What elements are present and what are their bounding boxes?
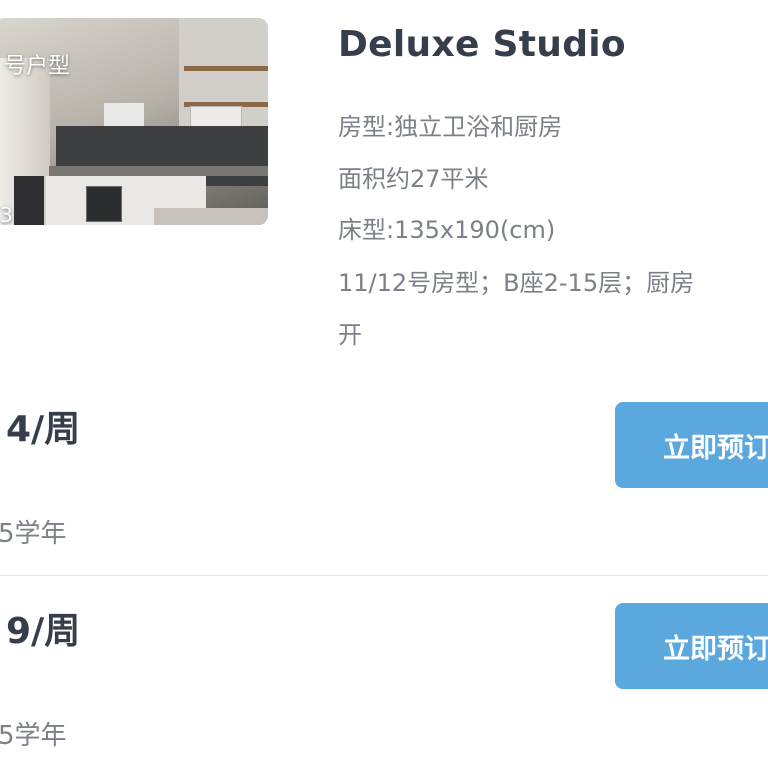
price-option-1: 4/周 xyxy=(6,409,81,450)
photo-table xyxy=(154,208,268,225)
term-option-2: 5学年 xyxy=(0,721,67,751)
photo-oven xyxy=(86,186,122,222)
book-now-button-1[interactable]: 立即预订 xyxy=(615,402,768,488)
photo-range-hood xyxy=(104,103,144,127)
price-option-2: 9/周 xyxy=(6,611,81,652)
bed-size-detail: 床型:135x190(cm) xyxy=(338,216,556,244)
term-option-1: 5学年 xyxy=(0,519,67,549)
divider xyxy=(0,575,768,576)
photo-overlay-title: 号户型 xyxy=(4,54,71,79)
photo-counter xyxy=(49,166,268,176)
book-now-button-2[interactable]: 立即预订 xyxy=(615,603,768,689)
room-location-detail: 11/12号房型；B座2-15层；厨房 xyxy=(338,269,695,297)
photo-stools xyxy=(14,176,44,225)
room-type-detail: 房型:独立卫浴和厨房 xyxy=(338,113,563,141)
room-location-detail-continued: 开 xyxy=(338,321,362,349)
photo-count: 3 xyxy=(0,203,13,225)
room-title: Deluxe Studio xyxy=(338,24,626,65)
room-area-detail: 面积约27平米 xyxy=(338,165,489,193)
room-photo[interactable]: 号户型 3 xyxy=(0,18,268,225)
photo-shelf xyxy=(184,66,268,71)
